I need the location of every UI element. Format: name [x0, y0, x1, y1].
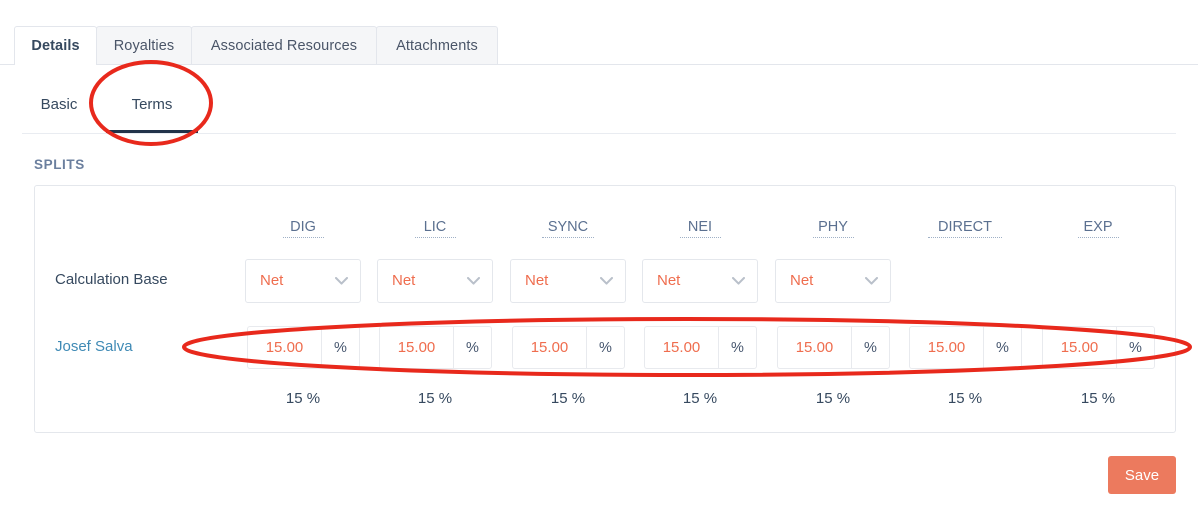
- calculation-base-label: Calculation Base: [55, 271, 168, 288]
- split-input-group-sync: 15.00%: [512, 326, 625, 369]
- tab-royalties[interactable]: Royalties: [96, 26, 192, 64]
- chevron-down-icon: [732, 277, 745, 285]
- split-percentage-input[interactable]: 15.00: [644, 326, 718, 369]
- splits-column-header-nei[interactable]: NEI: [679, 216, 721, 238]
- tab-details-label: Details: [31, 37, 80, 54]
- calculation-base-select-nei[interactable]: Net: [642, 259, 758, 303]
- split-input-group-lic: 15.00%: [379, 326, 492, 369]
- split-total-phy: 15 %: [815, 389, 851, 407]
- split-input-group-phy: 15.00%: [777, 326, 890, 369]
- splits-column-header-exp[interactable]: EXP: [1077, 216, 1119, 238]
- splits-section-title: SPLITS: [34, 157, 85, 172]
- split-input-group-dig: 15.00%: [247, 326, 360, 369]
- page-root: Details Royalties Associated Resources A…: [0, 0, 1198, 517]
- calculation-base-value: Net: [657, 272, 681, 289]
- split-total-dig: 15 %: [285, 389, 321, 407]
- split-percentage-input[interactable]: 15.00: [1042, 326, 1116, 369]
- calculation-base-value: Net: [260, 272, 284, 289]
- subtab-terms[interactable]: Terms: [108, 82, 196, 126]
- chevron-down-icon: [335, 277, 348, 285]
- splits-column-header-lic[interactable]: LIC: [414, 216, 456, 238]
- calculation-base-select-dig[interactable]: Net: [245, 259, 361, 303]
- percent-unit-addon: %: [1116, 326, 1155, 369]
- splits-column-header-direct[interactable]: DIRECT: [928, 216, 1002, 238]
- tab-attachments[interactable]: Attachments: [376, 26, 498, 64]
- subtab-basic-label: Basic: [40, 95, 78, 113]
- split-input-group-exp: 15.00%: [1042, 326, 1155, 369]
- split-input-group-nei: 15.00%: [644, 326, 757, 369]
- tab-associated-resources-label: Associated Resources: [210, 37, 358, 54]
- split-total-exp: 15 %: [1080, 389, 1116, 407]
- split-percentage-input[interactable]: 15.00: [512, 326, 586, 369]
- subtab-basic[interactable]: Basic: [24, 82, 94, 126]
- subtab-terms-label: Terms: [131, 95, 173, 113]
- split-percentage-input[interactable]: 15.00: [909, 326, 983, 369]
- calculation-base-value: Net: [790, 272, 814, 289]
- chevron-down-icon: [600, 277, 613, 285]
- secondary-tab-bar-divider: [22, 133, 1176, 134]
- split-percentage-input[interactable]: 15.00: [247, 326, 321, 369]
- calculation-base-select-sync[interactable]: Net: [510, 259, 626, 303]
- percent-unit-addon: %: [983, 326, 1022, 369]
- percent-unit-addon: %: [586, 326, 625, 369]
- calculation-base-select-phy[interactable]: Net: [775, 259, 891, 303]
- split-total-sync: 15 %: [550, 389, 586, 407]
- tab-attachments-label: Attachments: [396, 37, 478, 54]
- tab-details[interactable]: Details: [14, 26, 97, 65]
- splits-column-header-phy[interactable]: PHY: [812, 216, 854, 238]
- participant-name-link[interactable]: Josef Salva: [55, 338, 133, 355]
- calculation-base-select-lic[interactable]: Net: [377, 259, 493, 303]
- chevron-down-icon: [865, 277, 878, 285]
- split-percentage-input[interactable]: 15.00: [379, 326, 453, 369]
- tab-royalties-label: Royalties: [113, 37, 175, 54]
- calculation-base-value: Net: [392, 272, 416, 289]
- percent-unit-addon: %: [718, 326, 757, 369]
- save-button[interactable]: Save: [1108, 456, 1176, 494]
- percent-unit-addon: %: [851, 326, 890, 369]
- splits-column-header-sync[interactable]: SYNC: [542, 216, 594, 238]
- primary-tab-bar: Details Royalties Associated Resources A…: [0, 26, 1198, 65]
- splits-column-header-dig[interactable]: DIG: [282, 216, 324, 238]
- percent-unit-addon: %: [453, 326, 492, 369]
- tab-associated-resources[interactable]: Associated Resources: [191, 26, 377, 64]
- calculation-base-value: Net: [525, 272, 549, 289]
- split-total-direct: 15 %: [947, 389, 983, 407]
- split-total-lic: 15 %: [417, 389, 453, 407]
- split-percentage-input[interactable]: 15.00: [777, 326, 851, 369]
- split-total-nei: 15 %: [682, 389, 718, 407]
- split-input-group-direct: 15.00%: [909, 326, 1022, 369]
- percent-unit-addon: %: [321, 326, 360, 369]
- chevron-down-icon: [467, 277, 480, 285]
- primary-tab-bar-divider: [0, 64, 1198, 65]
